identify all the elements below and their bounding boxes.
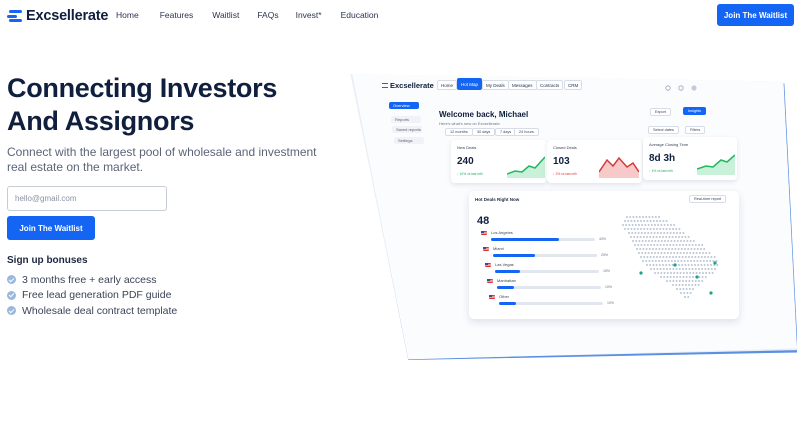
bonus-item: Free lead generation PDF guide bbox=[7, 288, 177, 304]
us-flag-icon bbox=[487, 279, 493, 283]
hot-deals-card: Hot Deals Right Now Real-time report 48 … bbox=[469, 191, 739, 319]
mockup-welcome-sub: Here's what's new on Excsellerate. bbox=[439, 121, 501, 126]
nav-faqs[interactable]: FAQs bbox=[257, 10, 278, 20]
city-name: Other bbox=[499, 294, 510, 299]
city-pct: 10% bbox=[605, 284, 613, 289]
logo-icon bbox=[382, 83, 388, 88]
mockup-range-12m: 12 months bbox=[445, 128, 473, 136]
city-bar-fill bbox=[495, 270, 521, 273]
hero-headline: Connecting Investors And Assignors bbox=[7, 72, 277, 138]
city-bar-fill bbox=[497, 286, 514, 289]
us-flag-icon bbox=[485, 263, 491, 267]
mockup-range-7d: 7 days bbox=[495, 128, 517, 136]
sparkline-up bbox=[507, 156, 545, 178]
mockup-sidebar-settings: Settings bbox=[394, 137, 424, 144]
stat-card-new-deals: New Deals 240 ↑ 10% vs last mth bbox=[451, 140, 547, 183]
mockup-range-24h: 24 hours bbox=[514, 128, 539, 136]
nav-home[interactable]: Home bbox=[116, 10, 139, 20]
headline-line-1: Connecting Investors bbox=[7, 73, 278, 103]
north-america-map bbox=[622, 216, 719, 298]
mockup-sidebar-overview: Overview bbox=[389, 102, 419, 109]
map-marker bbox=[709, 291, 713, 295]
realtime-report-button: Real-time report bbox=[689, 195, 727, 203]
bonus-item: 3 months free + early access bbox=[7, 272, 177, 288]
sparkline-up-2 bbox=[697, 154, 735, 175]
mockup-logo: Excsellerate bbox=[382, 81, 434, 90]
city-bar-track bbox=[497, 286, 601, 289]
brand-logo[interactable]: Excsellerate bbox=[7, 8, 108, 24]
mockup-tab-contracts: Contracts bbox=[536, 80, 564, 90]
bonus-title: Sign up bonuses bbox=[7, 255, 88, 266]
nav-invest[interactable]: Invest* bbox=[296, 10, 322, 20]
mockup-insights-button: Insights bbox=[683, 107, 707, 115]
city-row: Other 10% bbox=[489, 294, 629, 309]
city-pct: 10% bbox=[607, 300, 615, 305]
city-pct: 40% bbox=[599, 236, 607, 241]
city-name: Manhattan bbox=[497, 278, 516, 283]
mockup-filters: Filters bbox=[685, 126, 706, 134]
mockup-tab-crm: CRM bbox=[564, 80, 583, 90]
hot-deals-total: 48 bbox=[477, 215, 490, 227]
stat-card-closed-deals: Closed Deals 103 ↓ 2% vs last mth bbox=[547, 140, 642, 183]
nav-features[interactable]: Features bbox=[160, 10, 194, 20]
check-icon bbox=[7, 290, 16, 300]
mockup-sidebar-reports: Reports bbox=[391, 116, 421, 123]
mockup-range-30d: 30 days bbox=[472, 128, 496, 136]
city-bar-track bbox=[493, 254, 597, 257]
city-bar-fill bbox=[491, 238, 559, 241]
headline-line-2: And Assignors bbox=[7, 106, 195, 136]
us-flag-icon bbox=[483, 247, 489, 251]
mockup-tab-messages: Messages bbox=[508, 80, 537, 90]
mockup-tab-home: Home bbox=[437, 80, 458, 90]
city-pct: 15% bbox=[603, 268, 611, 273]
city-name: Las Vegas bbox=[495, 262, 514, 267]
city-bar-track bbox=[491, 238, 595, 241]
map-marker bbox=[695, 275, 699, 279]
city-bar-track bbox=[499, 302, 603, 305]
mockup-welcome: Welcome back, Michael bbox=[439, 110, 529, 119]
city-name: Los Angeles bbox=[491, 230, 513, 235]
check-icon bbox=[7, 306, 16, 316]
mockup-sidebar-saved: Saved reports bbox=[392, 126, 422, 133]
check-icon bbox=[7, 275, 16, 285]
brand-name: Excsellerate bbox=[26, 8, 109, 24]
dashboard-mockup: Excsellerate Home Hot Map My Deals Messa… bbox=[345, 70, 797, 360]
map-marker bbox=[639, 271, 643, 275]
city-row: Los Angeles 40% bbox=[481, 230, 621, 245]
city-bar-track bbox=[495, 270, 599, 273]
logo-icon bbox=[7, 9, 22, 23]
us-flag-icon bbox=[489, 295, 495, 299]
city-name: Miami bbox=[493, 246, 504, 251]
email-input[interactable] bbox=[7, 186, 167, 211]
us-flag-icon bbox=[481, 231, 487, 235]
mockup-top-icons bbox=[665, 85, 697, 91]
nav-links: Home Features Waitlist FAQs Invest* Educ… bbox=[116, 10, 378, 20]
hero-join-waitlist-button[interactable]: Join The Waitlist bbox=[7, 216, 95, 240]
hot-deals-title: Hot Deals Right Now bbox=[475, 197, 520, 202]
bonus-list: 3 months free + early access Free lead g… bbox=[7, 272, 177, 319]
city-row: Las Vegas 15% bbox=[485, 262, 625, 277]
map-marker bbox=[673, 263, 677, 267]
city-pct: 25% bbox=[601, 252, 609, 257]
mockup-tab-deals: My Deals bbox=[482, 80, 509, 90]
nav-waitlist[interactable]: Waitlist bbox=[212, 10, 239, 20]
mockup-export-button: Export bbox=[650, 108, 671, 116]
top-navbar: Excsellerate Home Features Waitlist FAQs… bbox=[0, 0, 800, 32]
bonus-item: Wholesale deal contract template bbox=[7, 303, 177, 319]
stat-card-avg-closing: Average Closing Time 8d 3h ↑ 4% vs last … bbox=[643, 137, 737, 180]
nav-join-waitlist-button[interactable]: Join The Waitlist bbox=[717, 4, 794, 26]
nav-education[interactable]: Education bbox=[341, 10, 379, 20]
sparkline-down bbox=[599, 156, 639, 178]
city-row: Miami 25% bbox=[483, 246, 623, 261]
map-marker bbox=[713, 261, 717, 265]
city-bar-fill bbox=[493, 254, 536, 257]
city-bar-fill bbox=[499, 302, 516, 305]
city-row: Manhattan 10% bbox=[487, 278, 627, 293]
mockup-tab-hotmap: Hot Map bbox=[457, 78, 483, 90]
mockup-select-dates: Select dates bbox=[648, 126, 679, 134]
hero-subtext: Connect with the largest pool of wholesa… bbox=[7, 145, 317, 174]
